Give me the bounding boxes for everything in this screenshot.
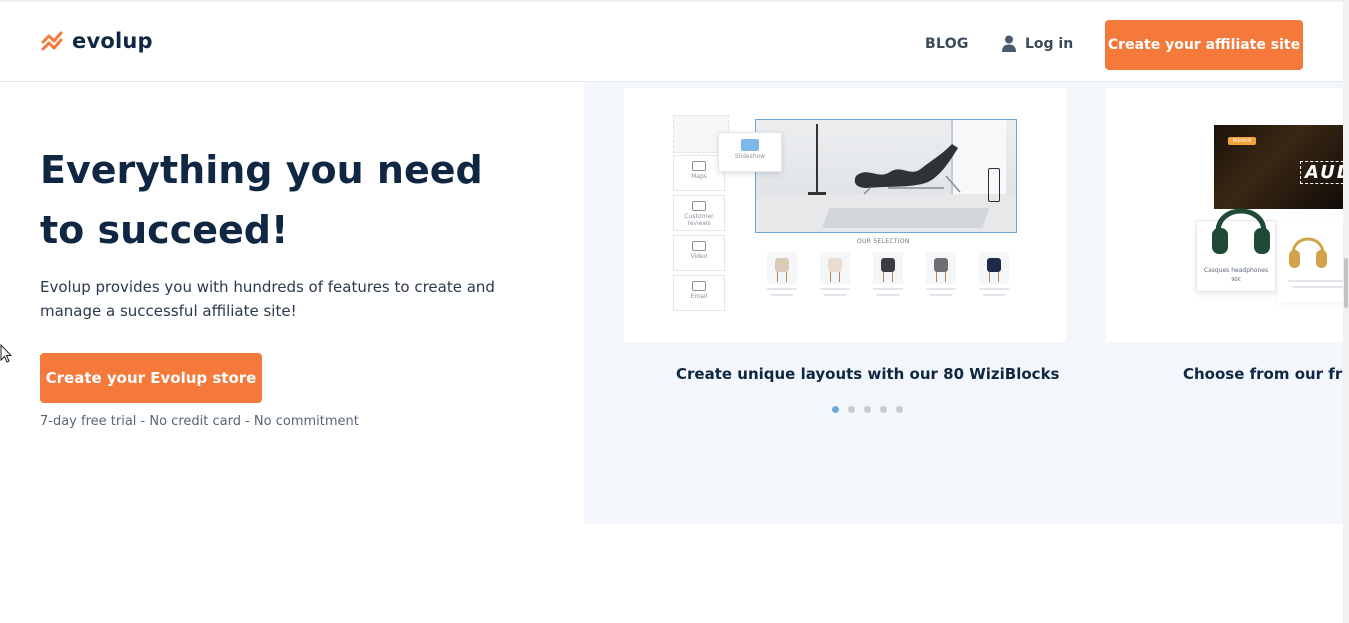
mock-product <box>976 252 1012 298</box>
evolup-logo[interactable]: evolup <box>40 28 153 54</box>
chair-icon <box>828 258 842 272</box>
slide-caption: Create unique layouts with our 80 WiziBl… <box>676 365 1060 383</box>
mock-product <box>923 252 959 298</box>
email-icon <box>692 281 706 291</box>
hero-description: Evolup provides you with hundreds of fea… <box>40 278 495 320</box>
mock-block-label: Maps <box>691 173 707 180</box>
chair-icon <box>775 258 789 272</box>
nav-login-link[interactable]: Log in <box>1002 35 1073 52</box>
mock-product <box>870 252 906 298</box>
mock-product-label: Casques headphones <box>1203 267 1269 274</box>
carousel-pagination <box>832 406 903 413</box>
create-affiliate-site-button[interactable]: Create your affiliate site <box>1105 20 1303 70</box>
logo-text: evolup <box>72 29 153 53</box>
site-header: evolup BLOG Log in Create your affiliate… <box>0 0 1343 82</box>
nav-blog-link[interactable]: BLOG <box>925 36 969 52</box>
video-icon <box>692 241 706 251</box>
trial-note: 7-day free trial - No credit card - No c… <box>40 414 359 429</box>
carousel-slide-image: Maps Customer reviews Video Email Slides… <box>624 88 1066 342</box>
create-evolup-store-button[interactable]: Create your Evolup store <box>40 353 262 403</box>
chair-icon <box>881 258 895 272</box>
login-label: Log in <box>1025 35 1074 52</box>
mock-banner-text: AUD <box>1300 161 1343 184</box>
scrollbar-thumb[interactable] <box>1344 258 1348 308</box>
chaise-longue-icon <box>854 144 961 195</box>
mock-lamp-base <box>808 192 826 195</box>
carousel-dot[interactable] <box>848 406 855 413</box>
mock-block-label: Slideshow <box>734 153 766 160</box>
carousel-dot[interactable] <box>896 406 903 413</box>
mock-block-label: Customer reviews <box>684 213 714 227</box>
carousel-dot[interactable] <box>832 406 839 413</box>
logo-mark-icon <box>41 31 63 51</box>
mock-hero-image <box>755 119 1017 233</box>
map-icon <box>692 161 706 171</box>
mock-product-price: 90€ <box>1231 277 1241 283</box>
hero-title: Everything you need to succeed! <box>40 148 483 252</box>
mock-product <box>764 252 800 298</box>
mock-product <box>817 252 853 298</box>
chair-icon <box>934 258 948 272</box>
chair-icon <box>987 258 1001 272</box>
image-icon <box>741 139 759 151</box>
mock-lamp <box>816 124 818 194</box>
mock-reviews-block: Customer reviews <box>673 195 725 231</box>
stars-icon <box>692 201 706 211</box>
features-carousel[interactable]: Maps Customer reviews Video Email Slides… <box>584 82 1343 524</box>
mock-badge: PREMIUM <box>1228 137 1256 145</box>
carousel-dot[interactable] <box>880 406 887 413</box>
mock-email-block: Email <box>673 275 725 311</box>
mock-selection-label: OUR SELECTION <box>857 238 910 245</box>
mock-lantern <box>988 168 1000 202</box>
mock-video-block: Video <box>673 235 725 271</box>
mouse-cursor-icon <box>0 344 12 363</box>
mock-block-label: Email <box>690 293 708 300</box>
mock-block-label: Video <box>690 253 708 260</box>
mock-slideshow-block: Slideshow <box>718 132 782 172</box>
gold-headphones-icon <box>1289 237 1327 268</box>
carousel-dot[interactable] <box>864 406 871 413</box>
mock-product-row <box>764 252 1012 298</box>
carousel-slide-image: PREMIUM AUD Casques headphones 90€ <box>1106 88 1343 342</box>
mock-rug <box>822 208 990 228</box>
user-icon <box>1002 35 1016 52</box>
slide-caption: Choose from our free <box>1183 365 1343 383</box>
headphones-icon <box>1212 208 1270 254</box>
page-scrollbar[interactable] <box>1343 0 1349 623</box>
